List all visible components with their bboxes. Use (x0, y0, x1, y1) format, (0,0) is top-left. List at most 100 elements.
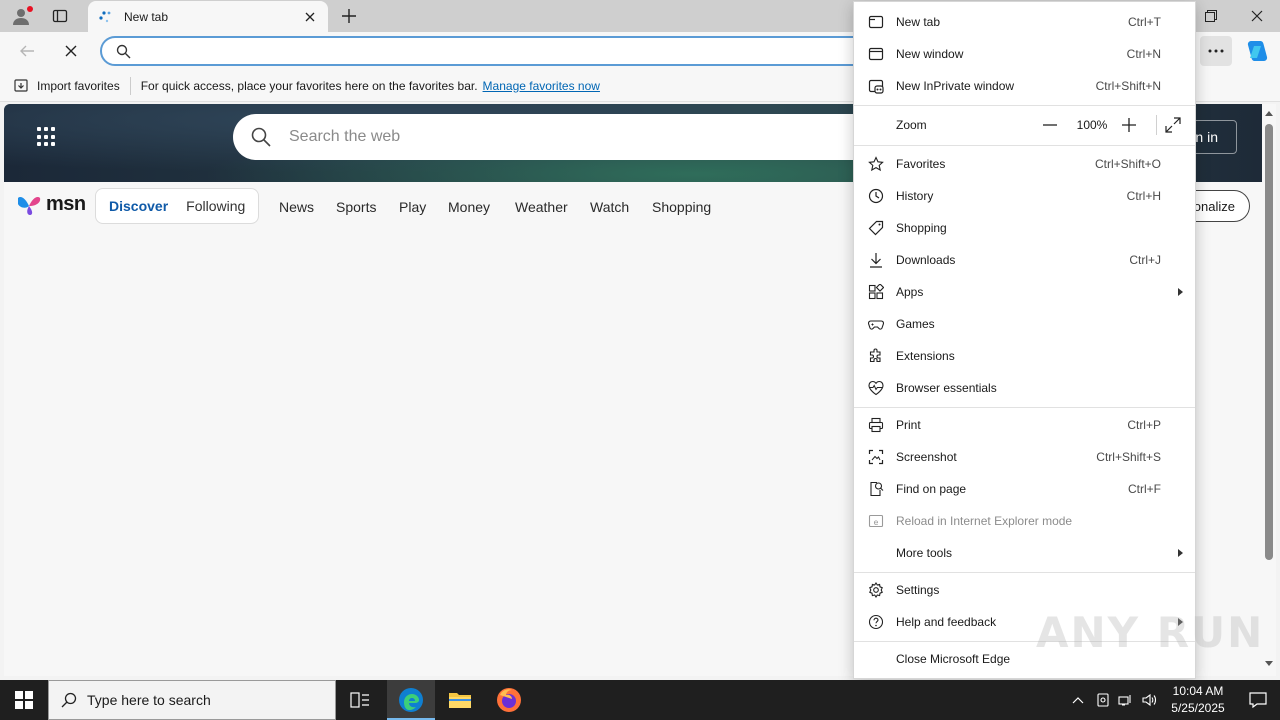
window-close-button[interactable] (1234, 0, 1280, 32)
menu-item-label: Downloads (896, 253, 956, 267)
category-shopping[interactable]: Shopping (652, 199, 711, 215)
web-search-placeholder: Search the web (289, 128, 401, 145)
tag-icon (868, 220, 884, 236)
address-bar[interactable] (100, 36, 900, 66)
menu-item-shortcut: Ctrl+H (1126, 189, 1161, 203)
notification-center-button[interactable] (1236, 680, 1280, 720)
menu-item-label: New InPrivate window (896, 79, 1015, 93)
tab-following[interactable]: Following (177, 198, 254, 214)
scroll-down-arrow-icon[interactable] (1264, 658, 1274, 668)
history-icon (868, 188, 884, 204)
firefox-icon (497, 688, 521, 712)
menu-item-label: Reload in Internet Explorer mode (896, 514, 1073, 528)
menu-item-settings[interactable]: Settings (854, 574, 1195, 606)
category-sports[interactable]: Sports (336, 199, 376, 215)
more-dots-icon (1208, 49, 1224, 53)
plus-icon (1122, 118, 1136, 132)
category-weather[interactable]: Weather (515, 199, 568, 215)
settings-menu: New tab Ctrl+T New window Ctrl+N New InP… (853, 1, 1196, 679)
search-icon (251, 127, 271, 147)
web-search-box[interactable]: Search the web (233, 114, 933, 160)
tab-close-button[interactable] (302, 9, 318, 25)
task-view-button[interactable] (336, 680, 384, 720)
msn-logo[interactable]: msn (16, 193, 86, 216)
import-favorites-label: Import favorites (37, 78, 120, 93)
menu-item-label: Find on page (896, 482, 967, 496)
menu-item-label: Shopping (896, 221, 947, 235)
menu-item-label: New window (896, 47, 964, 61)
category-news[interactable]: News (279, 199, 314, 215)
menu-item-new-window[interactable]: New window Ctrl+N (854, 38, 1195, 70)
menu-item-more-tools[interactable]: More tools (854, 537, 1195, 569)
zoom-in-button[interactable] (1116, 113, 1142, 137)
menu-item-shortcut: Ctrl+J (1129, 253, 1161, 267)
menu-item-new-tab[interactable]: New tab Ctrl+T (854, 6, 1195, 38)
category-watch[interactable]: Watch (590, 199, 629, 215)
menu-item-shopping[interactable]: Shopping (854, 212, 1195, 244)
tab-actions-icon (52, 9, 68, 23)
taskbar-firefox[interactable] (485, 680, 533, 720)
taskbar-file-explorer[interactable] (436, 680, 484, 720)
menu-item-games[interactable]: Games (854, 308, 1195, 340)
taskbar-edge[interactable] (387, 680, 435, 720)
manage-favorites-link[interactable]: Manage favorites now (483, 79, 600, 93)
search-icon (61, 692, 77, 708)
new-tab-button[interactable] (336, 4, 362, 28)
menu-item-shortcut: Ctrl+Shift+S (1096, 450, 1161, 464)
menu-item-label: Help and feedback (896, 615, 997, 629)
taskbar-clock[interactable]: 10:04 AM 5/25/2025 (1162, 683, 1234, 717)
menu-item-shortcut: Ctrl+N (1126, 47, 1161, 61)
menu-item-find-on-page[interactable]: Find on page Ctrl+F (854, 473, 1195, 505)
zoom-out-button[interactable] (1037, 113, 1063, 137)
menu-item-browser-essentials[interactable]: Browser essentials (854, 372, 1195, 404)
menu-item-downloads[interactable]: Downloads Ctrl+J (854, 244, 1195, 276)
start-button[interactable] (0, 680, 48, 720)
watermark: ANY RUN (1036, 608, 1265, 657)
copilot-icon[interactable] (1244, 38, 1270, 64)
back-arrow-icon (20, 45, 34, 57)
apps-icon (868, 284, 884, 300)
category-money[interactable]: Money (448, 199, 490, 215)
category-play[interactable]: Play (399, 199, 426, 215)
page-scrollbar[interactable] (1262, 104, 1276, 676)
close-icon (65, 45, 77, 57)
active-tab[interactable]: New tab (88, 1, 328, 32)
tab-title: New tab (124, 9, 169, 24)
tab-actions-button[interactable] (46, 4, 74, 28)
volume-icon[interactable] (1142, 692, 1158, 708)
submenu-arrow-icon (1178, 288, 1183, 296)
menu-item-favorites[interactable]: Favorites Ctrl+Shift+O (854, 148, 1195, 180)
windows-logo-icon (15, 691, 33, 709)
stop-loading-button[interactable] (56, 36, 86, 66)
menu-item-zoom: Zoom 100% (854, 109, 1195, 141)
menu-item-label: Print (896, 418, 921, 432)
scroll-up-arrow-icon[interactable] (1264, 108, 1274, 118)
menu-item-label: Extensions (896, 349, 955, 363)
menu-item-history[interactable]: History Ctrl+H (854, 180, 1195, 212)
games-icon (868, 316, 884, 332)
heart-pulse-icon (868, 380, 884, 396)
menu-item-shortcut: Ctrl+F (1128, 482, 1161, 496)
menu-item-new-inprivate-window[interactable]: New InPrivate window Ctrl+Shift+N (854, 70, 1195, 102)
settings-and-more-button[interactable] (1200, 36, 1232, 66)
scroll-thumb[interactable] (1265, 124, 1273, 560)
inprivate-icon (868, 78, 884, 94)
menu-item-screenshot[interactable]: Screenshot Ctrl+Shift+S (854, 441, 1195, 473)
show-hidden-icons-button[interactable] (1070, 692, 1086, 708)
menu-item-reload-ie-mode[interactable]: e Reload in Internet Explorer mode (854, 505, 1195, 537)
network-icon[interactable] (1118, 692, 1134, 708)
menu-item-print[interactable]: Print Ctrl+P (854, 409, 1195, 441)
fullscreen-button[interactable] (1160, 113, 1186, 137)
new-tab-icon (868, 14, 884, 30)
taskbar-search-box[interactable]: Type here to search (48, 680, 336, 720)
star-icon (868, 156, 884, 172)
import-favorites-button[interactable]: Import favorites (14, 76, 131, 95)
menu-item-apps[interactable]: Apps (854, 276, 1195, 308)
back-button[interactable] (12, 36, 42, 66)
menu-item-extensions[interactable]: Extensions (854, 340, 1195, 372)
tab-discover[interactable]: Discover (100, 198, 177, 214)
menu-separator (854, 105, 1195, 106)
tray-device-icon[interactable] (1095, 692, 1111, 708)
app-launcher-icon[interactable] (36, 126, 58, 148)
menu-item-label: More tools (896, 546, 953, 560)
